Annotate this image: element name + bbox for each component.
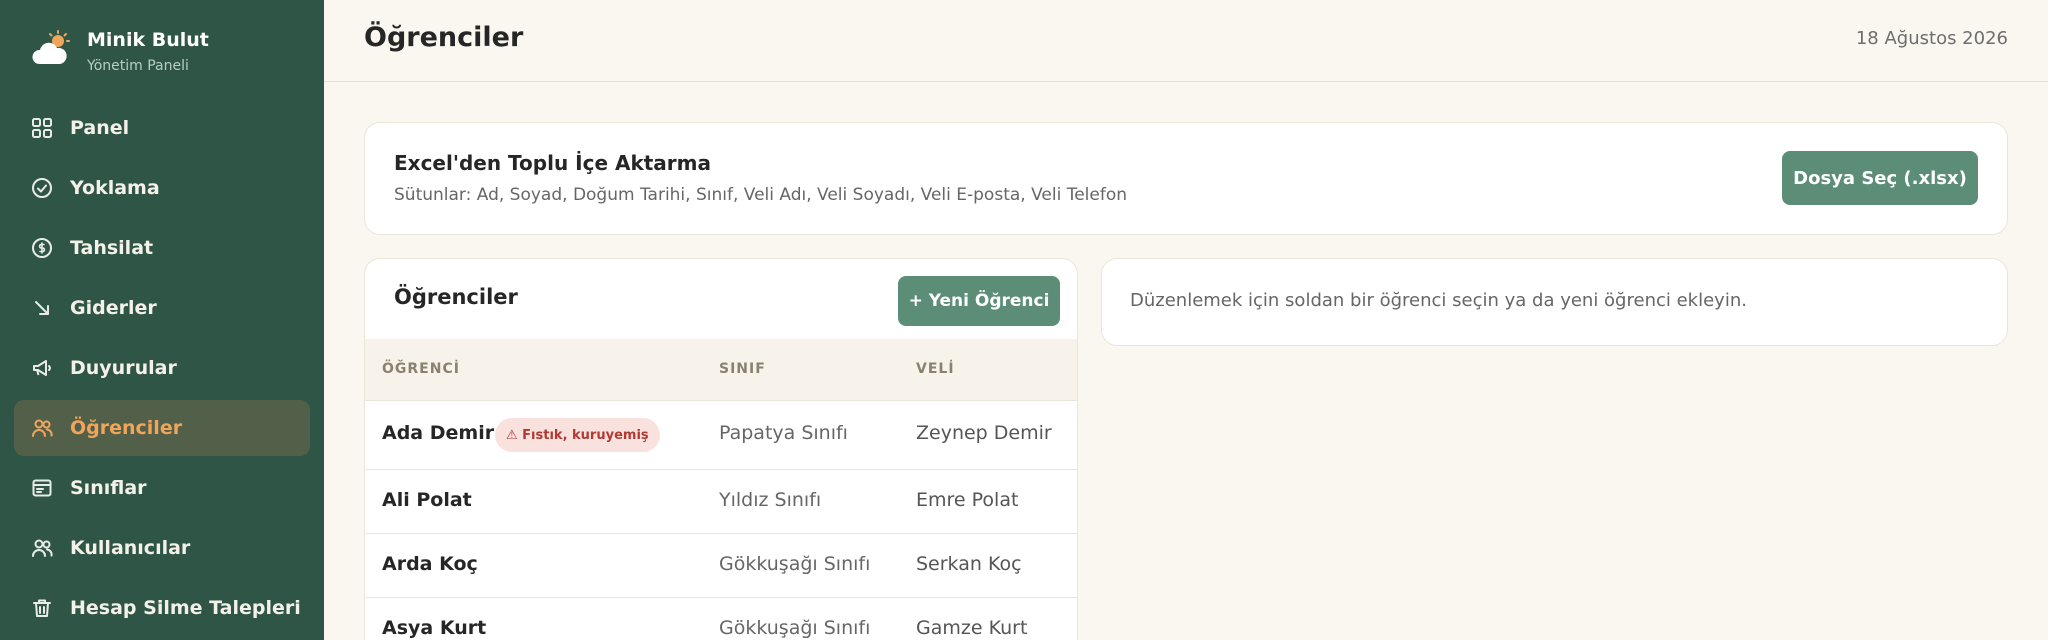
sidebar-item-ogrenciler[interactable]: Öğrenciler [14, 400, 310, 456]
sidebar-item-duyurular[interactable]: Duyurular [14, 340, 310, 396]
column-header-student[interactable]: ÖĞRENCİ [382, 361, 460, 377]
student-class: Yıldız Sınıfı [719, 489, 822, 511]
sidebar-item-tahsilat[interactable]: Tahsilat [14, 220, 310, 276]
sidebar-item-label: Tahsilat [70, 237, 154, 259]
sidebar: Minik Bulut Yönetim Paneli Panel Yoklama… [0, 0, 324, 640]
student-name: Ada Demir [382, 422, 495, 444]
table-header: ÖĞRENCİ SINIF VELİ [365, 339, 1077, 401]
student-parent: Serkan Koç [916, 553, 1022, 575]
cloud-sun-icon [32, 30, 70, 64]
column-header-class[interactable]: SINIF [719, 361, 766, 377]
new-student-button[interactable]: + Yeni Öğrenci [898, 276, 1060, 326]
table-row[interactable]: Asya Kurt Gökkuşağı Sınıfı Gamze Kurt [365, 598, 1077, 640]
users-icon [30, 536, 54, 560]
megaphone-icon [30, 356, 54, 380]
sidebar-item-hesap-silme-talepleri[interactable]: Hesap Silme Talepleri [14, 580, 310, 636]
editor-placeholder-text: Düzenlemek için soldan bir öğrenci seçin… [1130, 290, 1747, 311]
top-header: Öğrenciler 18 Ağustos 2026 [324, 0, 2048, 82]
students-list-title: Öğrenciler [394, 285, 518, 309]
student-editor-card: Düzenlemek için soldan bir öğrenci seçin… [1101, 258, 2008, 346]
sidebar-item-label: Giderler [70, 297, 157, 319]
class-icon [30, 476, 54, 500]
column-header-parent[interactable]: VELİ [916, 361, 955, 377]
arrow-down-right-icon [30, 296, 54, 320]
allergy-badge: ⚠ Fıstık, kuruyemiş [495, 418, 660, 452]
student-parent: Emre Polat [916, 489, 1019, 511]
student-class: Gökkuşağı Sınıfı [719, 617, 871, 639]
page-title: Öğrenciler [364, 22, 524, 53]
check-circle-icon [30, 176, 54, 200]
excel-import-card: Excel'den Toplu İçe Aktarma Sütunlar: Ad… [364, 122, 2008, 235]
coin-icon [30, 236, 54, 260]
sidebar-item-yoklama[interactable]: Yoklama [14, 160, 310, 216]
sidebar-item-siniflar[interactable]: Sınıflar [14, 460, 310, 516]
grid-icon [30, 116, 54, 140]
student-name: Arda Koç [382, 553, 478, 575]
student-parent: Zeynep Demir [916, 422, 1052, 444]
brand[interactable]: Minik Bulut Yönetim Paneli [31, 26, 209, 76]
users-icon [30, 416, 54, 440]
choose-file-button[interactable]: Dosya Seç (.xlsx) [1782, 151, 1978, 205]
header-date: 18 Ağustos 2026 [1855, 28, 2008, 49]
sidebar-item-panel[interactable]: Panel [14, 100, 310, 156]
student-class: Gökkuşağı Sınıfı [719, 553, 871, 575]
brand-name: Minik Bulut [87, 29, 209, 51]
sidebar-item-label: Hesap Silme Talepleri [70, 597, 301, 619]
sidebar-item-label: Duyurular [70, 357, 177, 379]
import-columns-hint: Sütunlar: Ad, Soyad, Doğum Tarihi, Sınıf… [394, 185, 1128, 205]
import-title: Excel'den Toplu İçe Aktarma [394, 151, 712, 175]
sidebar-item-giderler[interactable]: Giderler [14, 280, 310, 336]
student-class: Papatya Sınıfı [719, 422, 848, 444]
table-row[interactable]: Ali Polat Yıldız Sınıfı Emre Polat [365, 470, 1077, 534]
sidebar-nav: Panel Yoklama Tahsilat Giderler Duyurula… [14, 100, 310, 640]
student-parent: Gamze Kurt [916, 617, 1028, 639]
sidebar-item-label: Panel [70, 117, 130, 139]
sidebar-item-kullanicilar[interactable]: Kullanıcılar [14, 520, 310, 576]
student-name: Ali Polat [382, 489, 472, 511]
trash-icon [30, 596, 54, 620]
sidebar-item-label: Yoklama [70, 177, 160, 199]
brand-subtitle: Yönetim Paneli [87, 58, 189, 74]
table-row[interactable]: Ada Demir ⚠ Fıstık, kuruyemiş Papatya Sı… [365, 401, 1077, 470]
sidebar-item-label: Sınıflar [70, 477, 147, 499]
table-row[interactable]: Arda Koç Gökkuşağı Sınıfı Serkan Koç [365, 534, 1077, 598]
students-list-card: Öğrenciler + Yeni Öğrenci ÖĞRENCİ SINIF … [364, 258, 1078, 640]
student-name: Asya Kurt [382, 617, 487, 639]
sidebar-item-label: Kullanıcılar [70, 537, 191, 559]
sidebar-item-label: Öğrenciler [70, 417, 183, 439]
